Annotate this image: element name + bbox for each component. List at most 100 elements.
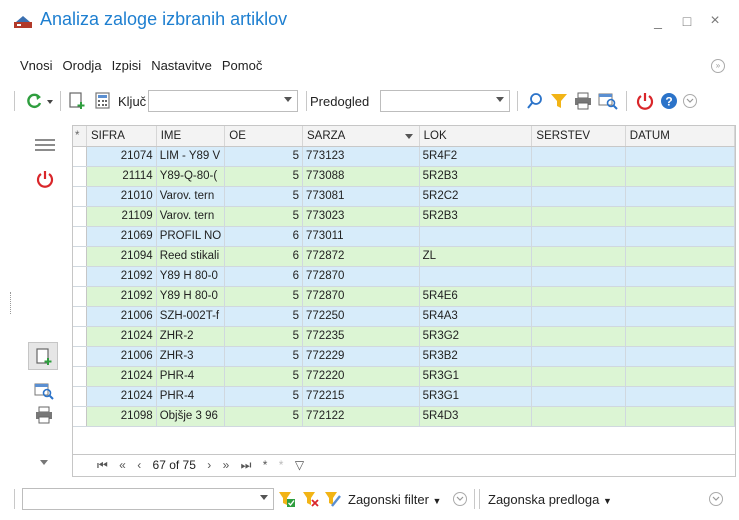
maximize-button[interactable]: □	[678, 12, 696, 30]
cell-oe[interactable]: 5	[224, 366, 304, 387]
cell-sifra[interactable]: 21006	[86, 346, 157, 367]
menu-vnosi[interactable]: Vnosi	[20, 58, 53, 78]
cell-sifra[interactable]: 21069	[86, 226, 157, 247]
cell-serstev[interactable]	[531, 266, 626, 287]
row-indicator[interactable]	[73, 346, 87, 367]
table-row[interactable]: 21098 Objšje 3 96 5 772122 5R4D3	[73, 406, 735, 427]
calculator-icon[interactable]	[94, 92, 112, 110]
cell-serstev[interactable]	[531, 286, 626, 307]
cell-ime[interactable]: Y89 H 80-0	[156, 266, 226, 287]
cell-sifra[interactable]: 21010	[86, 186, 157, 207]
cell-datum[interactable]	[625, 286, 735, 307]
cell-lok[interactable]	[419, 266, 533, 287]
cell-oe[interactable]: 5	[224, 406, 304, 427]
cell-lok[interactable]: 5R3B2	[419, 346, 533, 367]
power-icon[interactable]	[36, 170, 54, 188]
row-indicator[interactable]	[73, 326, 87, 347]
edit-filter-icon[interactable]	[324, 490, 342, 508]
row-indicator[interactable]	[73, 146, 87, 167]
row-indicator[interactable]	[73, 206, 87, 227]
table-row[interactable]: 21069 PROFIL NO 6 773011	[73, 226, 735, 247]
cell-serstev[interactable]	[531, 386, 626, 407]
cell-ime[interactable]: Y89-Q-80-(	[156, 166, 226, 187]
menu-pomoc[interactable]: Pomoč	[222, 58, 262, 78]
row-indicator[interactable]	[73, 226, 87, 247]
row-indicator[interactable]	[73, 186, 87, 207]
cell-ime[interactable]: PHR-4	[156, 386, 226, 407]
cell-oe[interactable]: 5	[224, 306, 304, 327]
cell-oe[interactable]: 5	[224, 386, 304, 407]
cell-lok[interactable]: 5R2B3	[419, 206, 533, 227]
row-indicator[interactable]	[73, 406, 87, 427]
cell-datum[interactable]	[625, 246, 735, 267]
print-icon[interactable]	[574, 92, 592, 110]
cell-sifra[interactable]: 21098	[86, 406, 157, 427]
first-record-button[interactable]: ⏮	[97, 458, 108, 472]
cell-sarza[interactable]: 772122	[302, 406, 420, 427]
cell-serstev[interactable]	[531, 246, 626, 267]
menu-collapse-icon[interactable]: »	[711, 59, 725, 73]
cell-datum[interactable]	[625, 186, 735, 207]
cell-sarza[interactable]: 773123	[302, 146, 420, 167]
cell-datum[interactable]	[625, 166, 735, 187]
cell-serstev[interactable]	[531, 166, 626, 187]
cell-serstev[interactable]	[531, 186, 626, 207]
menu-orodja[interactable]: Orodja	[63, 58, 102, 78]
row-indicator[interactable]	[73, 366, 87, 387]
cell-sarza[interactable]: 772870	[302, 266, 420, 287]
cell-lok[interactable]	[419, 226, 533, 247]
cell-serstev[interactable]	[531, 366, 626, 387]
cell-oe[interactable]: 5	[224, 146, 304, 167]
cell-lok[interactable]: 5R2C2	[419, 186, 533, 207]
table-row[interactable]: 21074 LIM - Y89 V 5 773123 5R4F2	[73, 146, 735, 167]
cancel-edit-button[interactable]: *	[279, 458, 284, 472]
cell-sifra[interactable]: 21024	[86, 366, 157, 387]
row-indicator[interactable]	[73, 306, 87, 327]
column-header-sifra[interactable]: SIFRA	[86, 126, 157, 147]
table-row[interactable]: 21024 PHR-4 5 772215 5R3G1	[73, 386, 735, 407]
cell-sifra[interactable]: 21024	[86, 386, 157, 407]
refresh-icon[interactable]	[24, 92, 44, 110]
key-combo[interactable]	[148, 90, 298, 112]
cell-sifra[interactable]: 21092	[86, 266, 157, 287]
cell-sifra[interactable]: 21024	[86, 326, 157, 347]
cell-lok[interactable]: 5R2B3	[419, 166, 533, 187]
menu-nastavitve[interactable]: Nastavitve	[151, 58, 212, 78]
cell-sifra[interactable]: 21109	[86, 206, 157, 227]
overflow-icon[interactable]	[708, 490, 724, 508]
cell-datum[interactable]	[625, 226, 735, 247]
cell-datum[interactable]	[625, 206, 735, 227]
cell-lok[interactable]: 5R4D3	[419, 406, 533, 427]
table-row[interactable]: 21006 ZHR-3 5 772229 5R3B2	[73, 346, 735, 367]
cell-oe[interactable]: 5	[224, 286, 304, 307]
cell-oe[interactable]: 5	[224, 326, 304, 347]
clear-filter-icon[interactable]	[302, 490, 320, 508]
cell-ime[interactable]: SZH-002T-f	[156, 306, 226, 327]
row-indicator[interactable]	[73, 166, 87, 187]
cell-sifra[interactable]: 21114	[86, 166, 157, 187]
preview-combo[interactable]	[380, 90, 510, 112]
cell-sifra[interactable]: 21074	[86, 146, 157, 167]
cell-lok[interactable]: 5R3G1	[419, 386, 533, 407]
overflow-icon[interactable]	[452, 490, 468, 508]
search-icon[interactable]	[526, 92, 544, 110]
cell-datum[interactable]	[625, 406, 735, 427]
toolbar-overflow-icon[interactable]	[682, 92, 698, 110]
cell-sarza[interactable]: 772220	[302, 366, 420, 387]
cell-oe[interactable]: 6	[224, 266, 304, 287]
cell-lok[interactable]: ZL	[419, 246, 533, 267]
print-preview-icon[interactable]	[598, 92, 618, 110]
table-row[interactable]: 21114 Y89-Q-80-(5 773088 5R2B3	[73, 166, 735, 187]
sidebar-more-icon[interactable]	[39, 458, 49, 466]
cell-datum[interactable]	[625, 266, 735, 287]
cell-sarza[interactable]: 773088	[302, 166, 420, 187]
startup-template-dropdown[interactable]: Zagonska predloga ▼	[488, 492, 612, 507]
cell-lok[interactable]: 5R3G2	[419, 326, 533, 347]
cell-datum[interactable]	[625, 326, 735, 347]
cell-oe[interactable]: 6	[224, 246, 304, 267]
cell-sifra[interactable]: 21094	[86, 246, 157, 267]
cell-serstev[interactable]	[531, 206, 626, 227]
cell-datum[interactable]	[625, 306, 735, 327]
cell-datum[interactable]	[625, 386, 735, 407]
cell-lok[interactable]: 5R4A3	[419, 306, 533, 327]
